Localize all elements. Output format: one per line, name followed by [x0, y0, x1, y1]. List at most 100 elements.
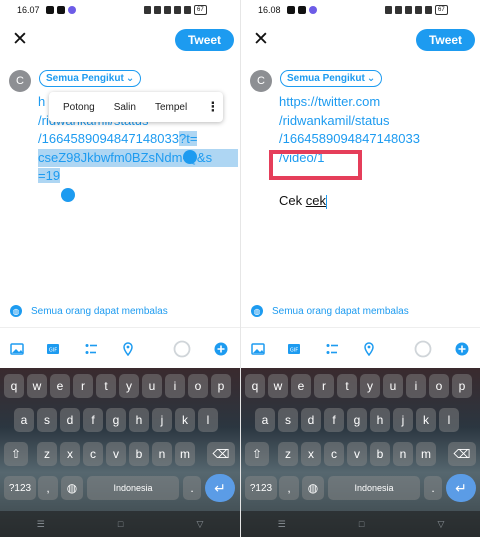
key[interactable]: n	[152, 442, 172, 466]
key[interactable]: j	[152, 408, 172, 432]
space-key[interactable]: Indonesia	[328, 476, 420, 500]
key[interactable]: y	[119, 374, 139, 398]
key[interactable]: w	[268, 374, 288, 398]
home-icon[interactable]: □	[359, 519, 364, 529]
key[interactable]: c	[83, 442, 103, 466]
shift-key[interactable]: ⇧	[245, 442, 269, 466]
key[interactable]: g	[347, 408, 367, 432]
key[interactable]: n	[393, 442, 413, 466]
selection-handle-end[interactable]	[61, 188, 75, 202]
comma-key[interactable]: ,	[279, 476, 299, 500]
close-icon[interactable]: ✕	[253, 30, 269, 50]
key[interactable]: m	[416, 442, 436, 466]
key[interactable]: v	[106, 442, 126, 466]
key[interactable]: o	[429, 374, 449, 398]
backspace-key[interactable]: ⌫	[207, 442, 235, 466]
paste-menu-item[interactable]: Tempel	[155, 102, 187, 113]
poll-icon[interactable]	[84, 342, 98, 356]
space-key[interactable]: Indonesia	[87, 476, 179, 500]
cut-menu-item[interactable]: Potong	[63, 102, 95, 113]
key[interactable]: h	[129, 408, 149, 432]
symbols-key[interactable]: ?123	[4, 476, 36, 500]
back-icon[interactable]: ▽	[437, 519, 444, 530]
key[interactable]: w	[27, 374, 47, 398]
image-icon[interactable]	[10, 342, 24, 356]
audience-selector[interactable]: Semua Pengikut ⌄	[39, 70, 142, 87]
key[interactable]: e	[50, 374, 70, 398]
comma-key[interactable]: ,	[38, 476, 58, 500]
selection-handle-start[interactable]	[183, 150, 197, 164]
key[interactable]: i	[165, 374, 185, 398]
location-icon[interactable]	[121, 342, 135, 356]
key[interactable]: z	[278, 442, 298, 466]
period-key[interactable]: .	[183, 476, 201, 500]
key[interactable]: f	[83, 408, 103, 432]
symbols-key[interactable]: ?123	[245, 476, 277, 500]
enter-key[interactable]: ↵	[205, 474, 235, 502]
key[interactable]: b	[370, 442, 390, 466]
add-thread-icon[interactable]	[455, 342, 469, 356]
more-icon[interactable]: ⋮	[206, 99, 219, 115]
period-key[interactable]: .	[424, 476, 442, 500]
recents-icon[interactable]: ☰	[37, 519, 45, 530]
key[interactable]: y	[360, 374, 380, 398]
key[interactable]: j	[393, 408, 413, 432]
key[interactable]: d	[301, 408, 321, 432]
key[interactable]: u	[383, 374, 403, 398]
tweet-button[interactable]: Tweet	[175, 29, 234, 51]
key[interactable]: t	[96, 374, 116, 398]
key[interactable]: p	[452, 374, 472, 398]
gif-icon[interactable]: GIF	[287, 342, 301, 356]
copy-menu-item[interactable]: Salin	[114, 102, 136, 113]
key[interactable]: b	[129, 442, 149, 466]
poll-icon[interactable]	[325, 342, 339, 356]
key[interactable]: v	[347, 442, 367, 466]
key[interactable]: s	[278, 408, 298, 432]
add-thread-icon[interactable]	[214, 342, 228, 356]
image-icon[interactable]	[251, 342, 265, 356]
key[interactable]: x	[301, 442, 321, 466]
gif-icon[interactable]: GIF	[46, 342, 60, 356]
globe-key-icon[interactable]: ◍	[61, 476, 83, 500]
key[interactable]: f	[324, 408, 344, 432]
key[interactable]: x	[60, 442, 80, 466]
key[interactable]: l	[198, 408, 218, 432]
globe-key-icon[interactable]: ◍	[302, 476, 324, 500]
recents-icon[interactable]: ☰	[278, 519, 286, 530]
key[interactable]: l	[439, 408, 459, 432]
reply-setting[interactable]: ◍ Semua orang dapat membalas	[251, 305, 409, 317]
key[interactable]: a	[14, 408, 34, 432]
key[interactable]: o	[188, 374, 208, 398]
compose-toolbar: GIF	[0, 327, 240, 370]
key[interactable]: a	[255, 408, 275, 432]
key[interactable]: p	[211, 374, 231, 398]
key[interactable]: e	[291, 374, 311, 398]
key[interactable]: m	[175, 442, 195, 466]
key[interactable]: c	[324, 442, 344, 466]
key[interactable]: g	[106, 408, 126, 432]
key[interactable]: u	[142, 374, 162, 398]
shift-key[interactable]: ⇧	[4, 442, 28, 466]
key[interactable]: t	[337, 374, 357, 398]
key[interactable]: k	[175, 408, 195, 432]
key[interactable]: d	[60, 408, 80, 432]
back-icon[interactable]: ▽	[196, 519, 203, 530]
home-icon[interactable]: □	[118, 519, 123, 529]
reply-setting[interactable]: ◍ Semua orang dapat membalas	[10, 305, 168, 317]
location-icon[interactable]	[362, 342, 376, 356]
notification-icons	[287, 6, 317, 14]
audience-selector[interactable]: Semua Pengikut ⌄	[280, 70, 383, 87]
key[interactable]: s	[37, 408, 57, 432]
key[interactable]: z	[37, 442, 57, 466]
key[interactable]: h	[370, 408, 390, 432]
key[interactable]: i	[406, 374, 426, 398]
key[interactable]: q	[245, 374, 265, 398]
enter-key[interactable]: ↵	[446, 474, 476, 502]
key[interactable]: q	[4, 374, 24, 398]
tweet-button[interactable]: Tweet	[416, 29, 475, 51]
key[interactable]: k	[416, 408, 436, 432]
close-icon[interactable]: ✕	[12, 30, 28, 50]
key[interactable]: r	[73, 374, 93, 398]
key[interactable]: r	[314, 374, 334, 398]
backspace-key[interactable]: ⌫	[448, 442, 476, 466]
